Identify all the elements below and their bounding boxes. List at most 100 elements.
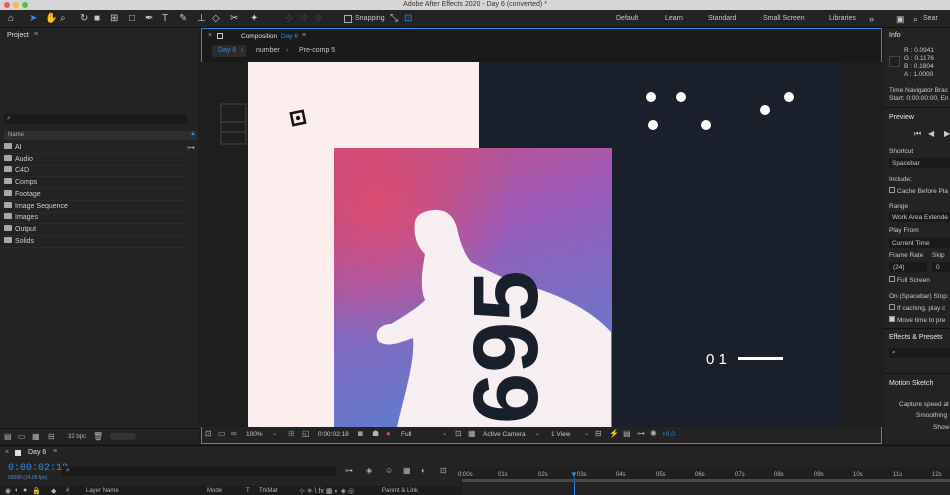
skip-input[interactable] [932, 262, 950, 272]
audio-toggle-icon[interactable]: ◖ [14, 487, 18, 494]
axis-world-icon[interactable]: ⊹ [300, 13, 308, 25]
snap-features-icon[interactable]: ⊡ [404, 13, 412, 25]
safe-margins-icon[interactable]: ⊞ [288, 429, 295, 438]
adjust-icon[interactable]: ⊟ [48, 432, 55, 441]
flowchart-icon[interactable]: ⊶ [187, 143, 195, 152]
channel-icon[interactable]: ● [386, 429, 391, 438]
timeline-search-input[interactable]: ⌕ [62, 466, 336, 476]
resolution-select[interactable]: Full [401, 431, 411, 438]
list-item[interactable]: Images [4, 212, 187, 224]
solo-toggle-icon[interactable]: ● [23, 487, 27, 494]
breadcrumb-pre-comp-5[interactable]: Pre-comp 5 [299, 47, 335, 54]
close-window-button[interactable] [4, 2, 10, 8]
play-icon[interactable]: ▶ [944, 129, 950, 138]
pen-tool-icon[interactable]: ✒ [145, 13, 153, 25]
rotate-tool-icon[interactable]: ↻ [80, 13, 88, 25]
list-item[interactable]: Output [4, 224, 187, 236]
camera-select[interactable]: Active Camera [483, 431, 526, 438]
close-timeline-icon[interactable]: × [5, 449, 9, 456]
preview-tab[interactable]: Preview [889, 114, 914, 121]
cache-before-play-checkbox[interactable]: Cache Before Pla [889, 187, 948, 195]
project-tab[interactable]: Project [7, 32, 29, 39]
workspace-standard[interactable]: Standard [708, 15, 736, 22]
new-folder-icon[interactable]: ▭ [18, 432, 26, 441]
transparency-grid-icon[interactable]: ▦ [468, 429, 476, 438]
workspace-default[interactable]: Default [616, 15, 638, 22]
timeline-current-time[interactable]: 0:00:02:18 [8, 463, 68, 474]
list-item[interactable]: C4D [4, 165, 187, 177]
interpret-footage-icon[interactable]: ▤ [4, 432, 12, 441]
puppet-tool-icon[interactable]: ✦ [250, 13, 258, 25]
list-item[interactable]: AI [4, 142, 187, 154]
breadcrumb-day-6[interactable]: Day 6 [218, 47, 236, 54]
workspace-small-screen[interactable]: Small Screen [763, 15, 805, 22]
reset-exposure-icon[interactable]: ✺ [650, 429, 657, 438]
bit-depth-button[interactable]: 32 bpc [68, 434, 86, 440]
mask-tool-icon[interactable]: □ [129, 13, 135, 25]
home-icon[interactable]: ⌂ [8, 13, 14, 25]
workspace-learn[interactable]: Learn [665, 15, 683, 22]
project-search-input[interactable]: ⌕ [4, 114, 187, 124]
view-layout-select[interactable]: 1 View [551, 431, 570, 438]
motion-sketch-tab[interactable]: Motion Sketch [889, 380, 933, 387]
lock-panel-icon[interactable] [217, 33, 223, 39]
camera-tool-icon[interactable]: ■ [94, 13, 100, 25]
zoom-tool-icon[interactable]: ⌕ [60, 13, 66, 25]
flowchart-icon[interactable]: ⊶ [637, 429, 645, 438]
motion-blur-icon[interactable]: ◐ [421, 466, 426, 475]
fast-previews-icon[interactable]: ⚡ [609, 429, 619, 438]
mask-visibility-icon[interactable]: ◱ [302, 429, 310, 438]
snapshot-icon[interactable]: ◙ [358, 429, 363, 438]
show-snapshot-icon[interactable]: ☗ [372, 429, 379, 438]
comp-panel-menu-icon[interactable]: ≡ [302, 32, 306, 39]
video-toggle-icon[interactable]: ◉ [5, 487, 11, 495]
composition-viewer[interactable]: 695 0 1 [201, 62, 882, 427]
close-panel-icon[interactable]: × [208, 32, 212, 39]
hand-tool-icon[interactable]: ✋ [45, 13, 57, 25]
trash-icon[interactable]: 🗑 [93, 432, 103, 441]
lock-icon[interactable]: 🔒 [32, 487, 41, 495]
effects-presets-tab[interactable]: Effects & Presets [889, 334, 943, 341]
axis-local-icon[interactable]: ⊹ [285, 13, 293, 25]
pan-behind-tool-icon[interactable]: ⊞ [110, 13, 118, 25]
list-item[interactable]: Audio [4, 154, 187, 166]
workspace-overflow-icon[interactable]: » [869, 13, 874, 25]
new-comp-icon[interactable]: ▦ [32, 432, 40, 441]
thumbnail-slider[interactable] [110, 433, 136, 440]
shy-layers-icon[interactable]: ☺ [385, 466, 393, 475]
label-icon[interactable]: ◆ [51, 487, 56, 495]
list-item[interactable]: Comps [4, 177, 187, 189]
comp-mini-flowchart-icon[interactable]: ⊶ [345, 466, 353, 475]
timeline-menu-icon[interactable]: ≡ [53, 448, 57, 455]
list-item[interactable]: Footage [4, 189, 187, 201]
vr-icon[interactable]: ∞ [231, 429, 237, 438]
workspace-libraries[interactable]: Libraries [829, 15, 856, 22]
eraser-tool-icon[interactable]: ◇ [212, 13, 220, 25]
list-item[interactable]: Image Sequence [4, 201, 187, 213]
move-time-checkbox[interactable]: Move time to pre [889, 316, 945, 324]
draft-3d-icon[interactable]: ◈ [366, 466, 372, 475]
search-help-icon[interactable]: ⌕ [913, 13, 918, 25]
minimize-window-button[interactable] [13, 2, 19, 8]
exposure-value[interactable]: +0.0 [662, 431, 675, 438]
always-preview-icon[interactable]: ⊡ [205, 429, 212, 438]
layer-name-header[interactable]: Layer Name [86, 488, 119, 494]
timeline-icon[interactable]: ▤ [623, 429, 631, 438]
region-of-interest-icon[interactable]: ⊡ [455, 429, 462, 438]
clone-stamp-tool-icon[interactable]: ⊥ [197, 13, 206, 25]
info-tab[interactable]: Info [889, 32, 901, 39]
snap-edges-icon[interactable]: ⤡ [390, 13, 398, 25]
list-item[interactable]: Solids [4, 236, 187, 248]
toggle-pixel-aspect-icon[interactable]: ⊟ [595, 429, 602, 438]
effects-search-input[interactable] [889, 348, 950, 358]
axis-view-icon[interactable]: ⊹ [314, 13, 322, 25]
active-comp-name[interactable]: Day 6 [281, 33, 298, 40]
type-tool-icon[interactable]: T [162, 13, 168, 25]
previous-frame-icon[interactable]: ◀ [928, 129, 934, 138]
search-help-label[interactable]: Sear [923, 15, 938, 22]
work-area-bar[interactable] [462, 479, 950, 482]
magnification-select[interactable]: 100% [246, 431, 263, 438]
if-caching-checkbox[interactable]: If caching, play c [889, 304, 945, 312]
library-icon[interactable]: ▣ [896, 13, 905, 25]
selection-tool-icon[interactable]: ➤ [29, 13, 37, 25]
